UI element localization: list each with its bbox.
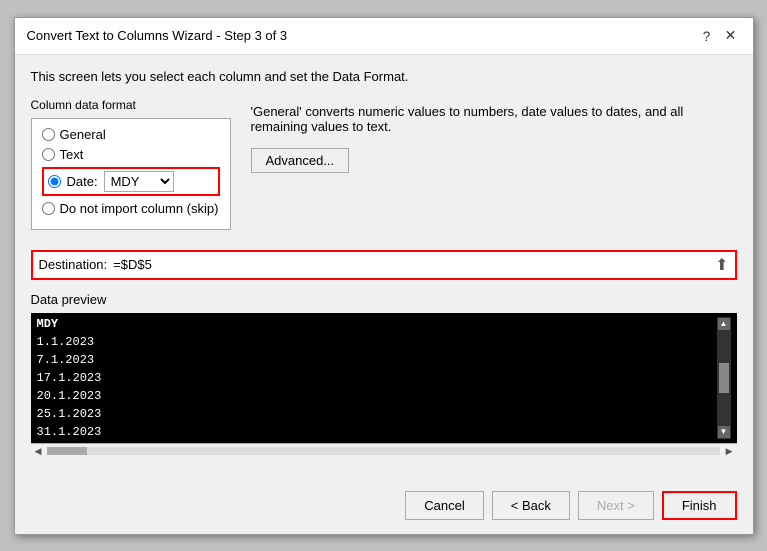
preview-hscrollbar-row: ◀ ▶	[31, 443, 737, 459]
preview-line-2: 17.1.2023	[37, 369, 717, 387]
scroll-thumb	[719, 363, 729, 393]
dialog-body: This screen lets you select each column …	[15, 55, 753, 483]
column-format-label: Column data format	[31, 98, 231, 112]
destination-row: Destination: ⬆	[31, 250, 737, 280]
advanced-button[interactable]: Advanced...	[251, 148, 350, 173]
title-bar: Convert Text to Columns Wizard - Step 3 …	[15, 18, 753, 55]
close-button[interactable]: ✕	[721, 26, 741, 46]
back-button[interactable]: < Back	[492, 491, 570, 520]
title-bar-controls: ? ✕	[697, 26, 741, 46]
hscroll-thumb	[47, 447, 87, 455]
destination-label: Destination:	[39, 257, 108, 272]
preview-content: MDY 1.1.2023 7.1.2023 17.1.2023 20.1.202…	[37, 317, 717, 439]
radio-general-row: General	[42, 127, 220, 142]
radio-date-label: Date:	[67, 174, 98, 189]
preview-scrollbar: ▲ ▼	[717, 317, 731, 439]
dialog: Convert Text to Columns Wizard - Step 3 …	[14, 17, 754, 535]
preview-box: MDY 1.1.2023 7.1.2023 17.1.2023 20.1.202…	[31, 313, 737, 443]
radio-text-row: Text	[42, 147, 220, 162]
preview-label: Data preview	[31, 292, 737, 307]
preview-line-5: 31.1.2023	[37, 423, 717, 439]
format-and-info-container: Column data format General Text	[31, 98, 737, 240]
format-left: Column data format General Text	[31, 98, 231, 240]
radio-skip-label: Do not import column (skip)	[60, 201, 219, 216]
preview-header: MDY	[37, 317, 717, 331]
dialog-footer: Cancel < Back Next > Finish	[15, 483, 753, 534]
finish-button[interactable]: Finish	[662, 491, 737, 520]
scroll-up-button[interactable]: ▲	[718, 318, 730, 330]
next-button[interactable]: Next >	[578, 491, 654, 520]
radio-general-label: General	[60, 127, 106, 142]
info-text: 'General' converts numeric values to num…	[251, 104, 737, 134]
radio-date[interactable]	[48, 175, 61, 188]
preview-line-0: 1.1.2023	[37, 333, 717, 351]
radio-text[interactable]	[42, 148, 55, 161]
radio-date-row: Date: MDY DMY YMD DYM MYD YDM	[42, 167, 220, 196]
column-format-box: General Text Date: MDY DMY YM	[31, 118, 231, 230]
preview-line-3: 20.1.2023	[37, 387, 717, 405]
radio-text-label: Text	[60, 147, 84, 162]
hscroll-track	[47, 447, 719, 455]
dialog-title: Convert Text to Columns Wizard - Step 3 …	[27, 28, 288, 43]
radio-general[interactable]	[42, 128, 55, 141]
help-button[interactable]: ?	[697, 26, 717, 46]
preview-section: Data preview MDY 1.1.2023 7.1.2023 17.1.…	[31, 292, 737, 459]
destination-input[interactable]	[113, 257, 715, 272]
cancel-button[interactable]: Cancel	[405, 491, 483, 520]
destination-collapse-icon[interactable]: ⬆	[715, 255, 728, 275]
format-right: 'General' converts numeric values to num…	[251, 98, 737, 173]
hscroll-left-button[interactable]: ◀	[31, 446, 46, 457]
preview-line-4: 25.1.2023	[37, 405, 717, 423]
radio-skip-row: Do not import column (skip)	[42, 201, 220, 216]
preview-line-1: 7.1.2023	[37, 351, 717, 369]
description-text: This screen lets you select each column …	[31, 69, 737, 84]
hscroll-right-button[interactable]: ▶	[722, 446, 737, 457]
title-bar-left: Convert Text to Columns Wizard - Step 3 …	[27, 28, 288, 43]
radio-skip[interactable]	[42, 202, 55, 215]
scroll-down-button[interactable]: ▼	[718, 426, 730, 438]
date-format-select[interactable]: MDY DMY YMD DYM MYD YDM	[104, 171, 174, 192]
